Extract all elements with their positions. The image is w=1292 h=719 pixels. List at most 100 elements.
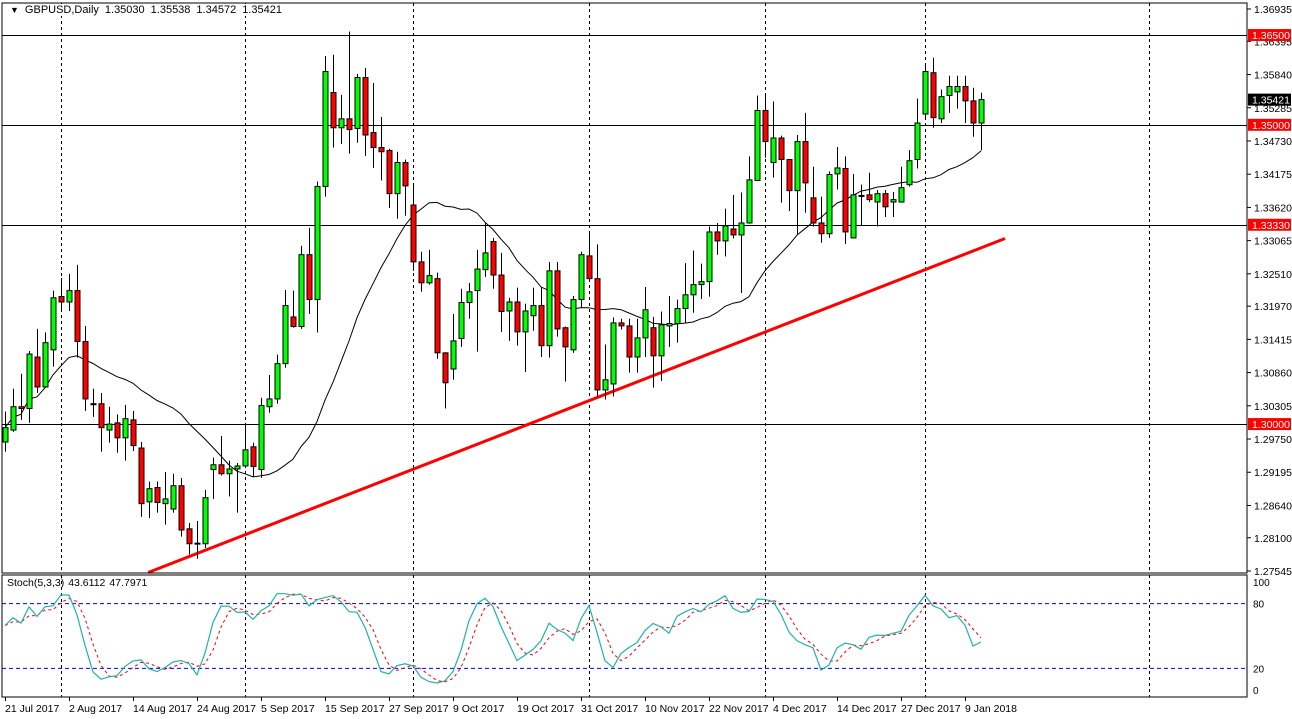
bull-candle-body bbox=[643, 310, 648, 338]
price-tick-label: 1.33065 bbox=[1254, 236, 1292, 248]
date-label: 9 Oct 2017 bbox=[453, 703, 505, 715]
bull-candle-body bbox=[315, 186, 320, 299]
date-label: 9 Jan 2018 bbox=[965, 703, 1017, 715]
bull-candle-body bbox=[579, 255, 584, 300]
stoch-axis-label: 20 bbox=[1253, 664, 1265, 675]
chart-window[interactable]: 10080200 1.369351.363951.358401.352851.3… bbox=[0, 0, 1292, 719]
bear-candle-body bbox=[219, 465, 224, 474]
bull-candle-body bbox=[323, 72, 328, 187]
bull-candle-body bbox=[755, 110, 760, 180]
bull-candle-body bbox=[795, 142, 800, 191]
bear-candle-body bbox=[627, 326, 632, 357]
bear-candle-body bbox=[715, 232, 720, 241]
close-value: 1.35421 bbox=[242, 4, 282, 16]
date-label: 5 Sep 2017 bbox=[261, 703, 315, 715]
triangle-down-icon[interactable]: ▼ bbox=[10, 5, 19, 15]
bull-candle-body bbox=[163, 499, 168, 504]
bull-candle-body bbox=[227, 469, 232, 474]
bull-candle-body bbox=[123, 419, 128, 438]
bear-candle-body bbox=[307, 255, 312, 300]
bear-candle-body bbox=[131, 420, 136, 446]
bear-candle-body bbox=[379, 148, 384, 152]
candle bbox=[259, 398, 264, 478]
bull-candle-body bbox=[699, 282, 704, 285]
date-label: 31 Oct 2017 bbox=[581, 703, 638, 715]
bear-candle-body bbox=[595, 279, 600, 390]
bear-candle-body bbox=[187, 529, 192, 544]
candle bbox=[179, 478, 184, 537]
bear-candle-body bbox=[347, 119, 352, 130]
level-price-tag: 1.30000 bbox=[1252, 419, 1290, 431]
bull-candle-body bbox=[267, 399, 272, 407]
bear-candle-body bbox=[403, 163, 408, 186]
bull-candle-body bbox=[51, 298, 56, 350]
level-price-tag: 1.33330 bbox=[1252, 220, 1290, 232]
open-value: 1.35030 bbox=[105, 4, 145, 16]
bull-candle-body bbox=[507, 302, 512, 311]
price-tick-label: 1.28100 bbox=[1254, 533, 1292, 545]
price-tick-label: 1.32510 bbox=[1254, 269, 1292, 281]
bear-candle-body bbox=[251, 447, 256, 467]
bull-candle-body bbox=[203, 498, 208, 544]
bear-candle-body bbox=[387, 151, 392, 194]
bull-candle-body bbox=[475, 269, 480, 291]
bull-candle-body bbox=[27, 354, 32, 408]
price-tick-label: 1.31415 bbox=[1254, 334, 1292, 346]
bull-candle-body bbox=[67, 291, 72, 302]
price-tick-label: 1.28640 bbox=[1254, 500, 1292, 512]
stoch-k-value: 43.6112 bbox=[68, 577, 105, 589]
high-value: 1.35538 bbox=[151, 4, 191, 16]
candle bbox=[435, 273, 440, 359]
bull-candle-body bbox=[611, 323, 616, 384]
stoch-axis-label: 100 bbox=[1253, 578, 1270, 589]
bull-candle-body bbox=[635, 338, 640, 357]
bull-candle-body bbox=[691, 285, 696, 295]
bull-candle-body bbox=[259, 406, 264, 470]
bear-candle-body bbox=[763, 110, 768, 141]
bear-candle-body bbox=[555, 271, 560, 329]
bull-candle-body bbox=[107, 424, 112, 430]
date-label: 22 Nov 2017 bbox=[709, 703, 769, 715]
price-tick-label: 1.30305 bbox=[1254, 401, 1292, 413]
date-label: 14 Dec 2017 bbox=[837, 703, 897, 715]
stoch-header: Stoch(5,3,3) 43.6112 47.7971 bbox=[7, 577, 147, 589]
bull-candle-body bbox=[11, 407, 16, 430]
bull-candle-body bbox=[675, 309, 680, 324]
bull-candle-body bbox=[483, 253, 488, 270]
bull-candle-body bbox=[667, 324, 672, 326]
stoch-axis-label: 80 bbox=[1253, 600, 1265, 611]
bull-candle-body bbox=[659, 325, 664, 356]
bull-candle-body bbox=[603, 380, 608, 390]
price-tick-label: 1.27545 bbox=[1254, 566, 1292, 578]
bull-candle-body bbox=[835, 168, 840, 174]
bear-candle-body bbox=[843, 169, 848, 232]
stoch-axis-label: 0 bbox=[1253, 686, 1259, 697]
bear-candle-body bbox=[411, 205, 416, 262]
bear-candle-body bbox=[803, 142, 808, 183]
bull-candle-body bbox=[459, 303, 464, 339]
bear-candle-body bbox=[971, 101, 976, 123]
level-price-tag: 1.35000 bbox=[1252, 120, 1290, 132]
bull-candle-body bbox=[683, 295, 688, 309]
price-tick-label: 1.36935 bbox=[1254, 4, 1292, 16]
candle bbox=[203, 490, 208, 548]
symbol-label: GBPUSD,Daily bbox=[25, 4, 99, 16]
bull-candle-body bbox=[451, 341, 456, 369]
bull-candle-body bbox=[523, 311, 528, 332]
candle bbox=[547, 262, 552, 358]
bull-candle-body bbox=[859, 195, 864, 196]
bull-candle-body bbox=[723, 226, 728, 241]
chart-background bbox=[0, 0, 1292, 719]
bear-candle-body bbox=[115, 423, 120, 438]
bull-candle-body bbox=[531, 306, 536, 316]
price-tick-label: 1.34175 bbox=[1254, 169, 1292, 181]
date-label: 10 Nov 2017 bbox=[645, 703, 705, 715]
bear-candle-body bbox=[139, 448, 144, 504]
stoch-label: Stoch(5,3,3) bbox=[7, 577, 64, 589]
bull-candle-body bbox=[339, 119, 344, 128]
bull-candle-body bbox=[243, 450, 248, 466]
candle bbox=[923, 64, 928, 117]
bear-candle-body bbox=[291, 317, 296, 327]
chart-header: ▼ GBPUSD,Daily 1.35030 1.35538 1.34572 1… bbox=[8, 4, 284, 16]
price-tick-label: 1.33620 bbox=[1254, 202, 1292, 214]
